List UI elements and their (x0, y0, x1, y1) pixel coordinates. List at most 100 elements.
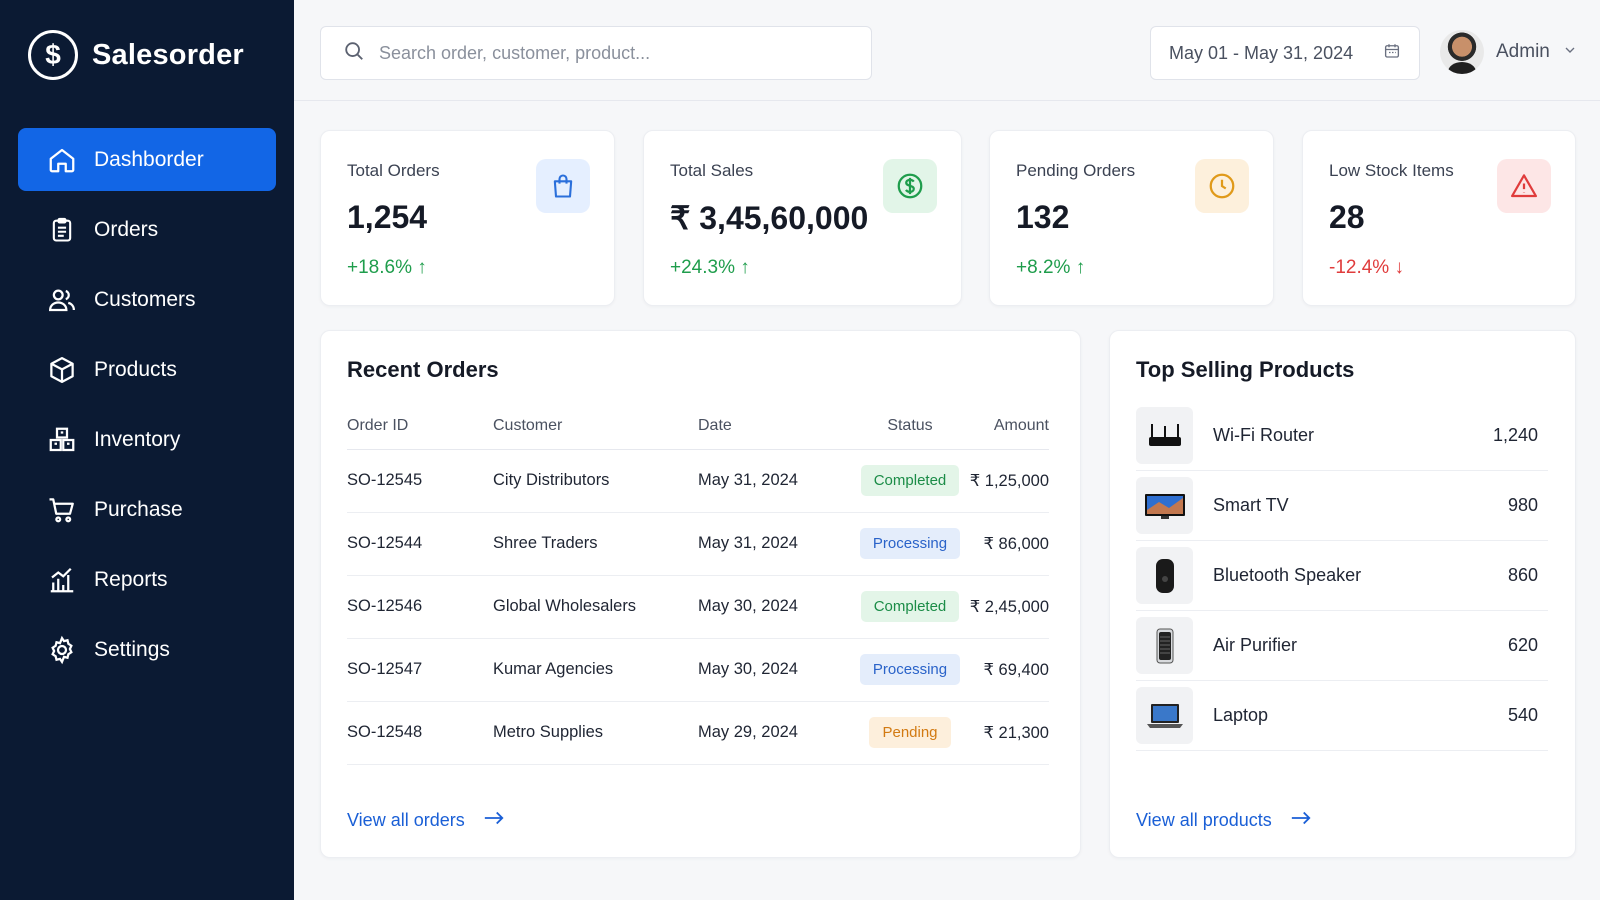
column-header: Status (855, 403, 965, 450)
stat-card-pending-orders: Pending Orders 132 +8.2% ↑ (989, 130, 1274, 306)
order-date: May 29, 2024 (698, 701, 855, 765)
order-id: SO-12545 (347, 449, 493, 513)
sidebar: $ Salesorder Dashborder Orders Customers (0, 0, 294, 900)
header-divider (294, 100, 1600, 101)
list-item[interactable]: Wi-Fi Router 1,240 (1136, 401, 1548, 471)
table-header-row: Order ID Customer Date Status Amount (347, 403, 1049, 450)
stat-value: 132 (1016, 199, 1070, 235)
order-customer: Kumar Agencies (493, 638, 698, 702)
list-item[interactable]: Bluetooth Speaker 860 (1136, 541, 1548, 611)
dollar-circle-icon (883, 159, 937, 213)
stat-card-total-orders: Total Orders 1,254 +18.6% ↑ (320, 130, 615, 306)
top-products-panel: Top Selling Products Wi-Fi Router 1,240 … (1109, 330, 1576, 858)
list-item[interactable]: Smart TV 980 (1136, 471, 1548, 541)
status-badge: Completed (860, 465, 960, 496)
arrow-down-icon: ↓ (1394, 257, 1404, 278)
dollar-logo-icon: $ (28, 30, 78, 80)
search-input[interactable] (379, 42, 829, 64)
status-badge: Processing (859, 654, 961, 685)
stat-title: Total Sales (670, 161, 754, 180)
product-name: Laptop (1213, 705, 1269, 725)
stat-change: -12.4% ↓ (1329, 257, 1404, 278)
order-amount: ₹ 2,45,000 (965, 575, 1049, 639)
sidebar-item-label: Orders (94, 217, 159, 241)
date-range-label: May 01 - May 31, 2024 (1169, 42, 1354, 63)
panel-title: Top Selling Products (1136, 357, 1355, 382)
status-badge: Completed (860, 591, 960, 622)
link-label: View all orders (347, 810, 465, 830)
product-count: 860 (1507, 565, 1538, 585)
table-row[interactable]: SO-12545 City Distributors May 31, 2024 … (347, 449, 1049, 513)
sidebar-item-reports[interactable]: Reports (18, 548, 276, 611)
sidebar-item-inventory[interactable]: Inventory (18, 408, 276, 471)
sidebar-item-dashboard[interactable]: Dashborder (18, 128, 276, 191)
gear-icon (46, 634, 78, 666)
home-icon (46, 144, 78, 176)
clock-icon (1195, 159, 1249, 213)
sidebar-item-label: Reports (94, 567, 168, 591)
sidebar-item-purchase[interactable]: Purchase (18, 478, 276, 541)
list-item[interactable]: Laptop 540 (1136, 681, 1548, 751)
date-range-picker[interactable]: May 01 - May 31, 2024 (1150, 26, 1420, 80)
view-all-orders-link[interactable]: View all orders (347, 810, 505, 831)
stat-change: +18.6% ↑ (347, 257, 427, 278)
sidebar-item-customers[interactable]: Customers (18, 268, 276, 331)
product-list: Wi-Fi Router 1,240 Smart TV 980 Bluetoot… (1136, 401, 1548, 751)
router-icon (1136, 407, 1193, 464)
laptop-icon (1136, 687, 1193, 744)
order-date: May 31, 2024 (698, 449, 855, 513)
stat-change: +8.2% ↑ (1016, 257, 1086, 278)
product-count: 620 (1507, 635, 1538, 655)
table-row[interactable]: SO-12548 Metro Supplies May 29, 2024 Pen… (347, 701, 1049, 765)
order-id: SO-12548 (347, 701, 493, 765)
order-customer: City Distributors (493, 449, 698, 513)
warning-icon (1497, 159, 1551, 213)
status-badge: Processing (859, 528, 961, 559)
sidebar-item-settings[interactable]: Settings (18, 618, 276, 681)
product-name: Wi-Fi Router (1213, 425, 1315, 445)
link-label: View all products (1136, 810, 1272, 830)
column-header: Customer (493, 403, 698, 450)
list-item[interactable]: Air Purifier 620 (1136, 611, 1548, 681)
order-amount: ₹ 1,25,000 (965, 449, 1049, 513)
calendar-icon (1383, 42, 1401, 65)
sidebar-item-orders[interactable]: Orders (18, 198, 276, 261)
column-header: Order ID (347, 403, 493, 450)
speaker-icon (1136, 547, 1193, 604)
order-customer: Global Wholesalers (493, 575, 698, 639)
order-id: SO-12547 (347, 638, 493, 702)
product-count: 540 (1507, 705, 1538, 725)
search-box[interactable] (320, 26, 872, 80)
order-customer: Shree Traders (493, 512, 698, 576)
panel-title: Recent Orders (347, 357, 499, 382)
product-count: 1,240 (1492, 425, 1538, 445)
order-date: May 30, 2024 (698, 638, 855, 702)
clipboard-icon (46, 214, 78, 246)
sidebar-item-products[interactable]: Products (18, 338, 276, 401)
column-header: Date (698, 403, 855, 450)
stat-value: 28 (1329, 199, 1365, 235)
table-row[interactable]: SO-12544 Shree Traders May 31, 2024 Proc… (347, 512, 1049, 576)
arrow-up-icon: ↑ (417, 257, 427, 278)
table-row[interactable]: SO-12547 Kumar Agencies May 30, 2024 Pro… (347, 638, 1049, 702)
user-menu[interactable]: Admin (1440, 30, 1578, 74)
product-name: Smart TV (1213, 495, 1289, 515)
stat-title: Total Orders (347, 161, 440, 180)
brand[interactable]: $ Salesorder (28, 30, 244, 80)
order-id: SO-12544 (347, 512, 493, 576)
inventory-icon (46, 424, 78, 456)
product-name: Air Purifier (1213, 635, 1298, 655)
arrow-up-icon: ↑ (740, 257, 750, 278)
user-name: Admin (1496, 41, 1550, 62)
table-row[interactable]: SO-12546 Global Wholesalers May 30, 2024… (347, 575, 1049, 639)
status-badge: Pending (869, 717, 951, 748)
recent-orders-panel: Recent Orders Order ID Customer Date Sta… (320, 330, 1081, 858)
sidebar-item-label: Dashborder (94, 147, 204, 171)
sidebar-item-label: Products (94, 357, 177, 381)
arrow-right-icon (483, 810, 505, 831)
column-header: Amount (965, 403, 1049, 450)
stat-title: Pending Orders (1016, 161, 1136, 180)
stat-card-total-sales: Total Sales ₹ 3,45,60,000 +24.3% ↑ (643, 130, 962, 306)
avatar (1440, 30, 1484, 74)
view-all-products-link[interactable]: View all products (1136, 810, 1312, 831)
